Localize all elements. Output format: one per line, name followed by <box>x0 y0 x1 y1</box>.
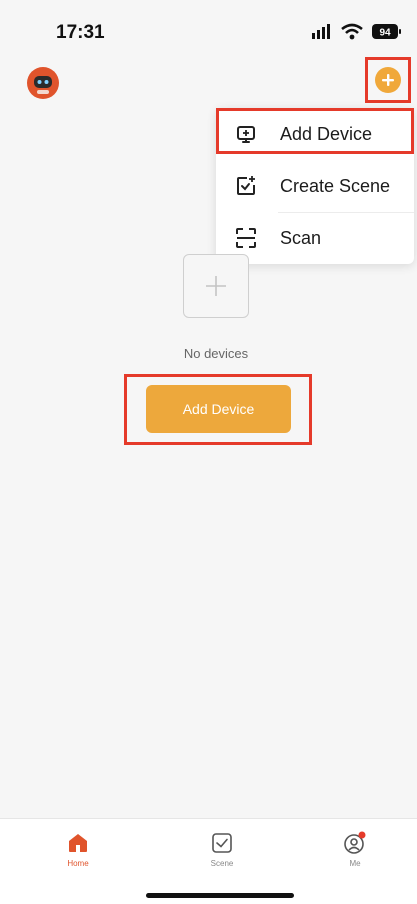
menu-item-label: Create Scene <box>280 175 391 196</box>
plus-box-icon <box>183 254 249 318</box>
signal-icon <box>312 24 330 39</box>
status-icons: 94 <box>312 23 401 40</box>
plus-circle-icon <box>375 67 401 93</box>
tab-label: Home <box>67 859 89 868</box>
highlight-box-add-device-button: Add Device <box>124 374 312 445</box>
tab-me[interactable]: Me <box>315 829 395 879</box>
tab-scene[interactable]: Scene <box>182 829 262 879</box>
home-icon <box>64 829 92 857</box>
menu-item-label: Add Device <box>280 123 373 144</box>
add-device-button[interactable]: Add Device <box>146 385 291 433</box>
home-indicator <box>146 893 294 898</box>
scan-icon <box>234 226 258 250</box>
tab-home[interactable]: Home <box>38 829 118 879</box>
bottom-tab-bar: Home Scene Me <box>0 818 417 904</box>
no-devices-message: No devices <box>183 346 249 361</box>
tab-label: Scene <box>210 859 234 868</box>
robot-avatar-icon[interactable] <box>26 66 60 100</box>
wifi-icon <box>341 23 363 40</box>
app-screen: 17:31 94 Add Device Create Scene Scan No… <box>0 0 417 904</box>
user-icon <box>341 829 369 857</box>
scene-checkbox-icon <box>208 829 236 857</box>
create-scene-icon <box>234 174 258 198</box>
notification-badge <box>358 831 366 839</box>
battery-level: 94 <box>379 28 391 39</box>
add-device-icon <box>234 122 258 146</box>
menu-item-add-device[interactable]: Add Device <box>216 108 414 160</box>
add-menu-button[interactable] <box>365 57 411 103</box>
tab-label: Me <box>349 859 361 868</box>
status-bar: 17:31 94 <box>0 0 417 58</box>
battery-icon: 94 <box>372 24 401 39</box>
add-dropdown-menu: Add Device Create Scene Scan <box>216 108 414 264</box>
menu-item-label: Scan <box>280 227 322 248</box>
status-time: 17:31 <box>56 22 105 43</box>
menu-item-create-scene[interactable]: Create Scene <box>216 160 414 212</box>
